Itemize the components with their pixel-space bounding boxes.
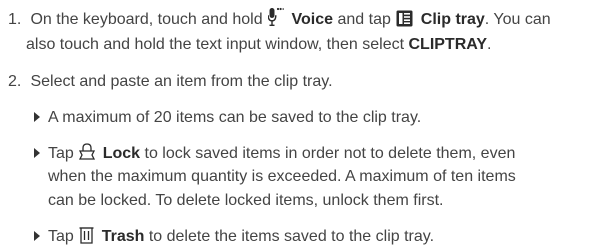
- bullet-arrow: [34, 148, 40, 158]
- voice-label: Voice: [291, 11, 334, 28]
- trash-icon: [79, 226, 94, 250]
- bullet-2-line-1: Tap Lock to lock saved items in order no…: [34, 143, 515, 167]
- clip-tray-icon: [396, 10, 413, 33]
- step-1-number: 1.: [8, 11, 22, 28]
- step-1-line-2: also touch and hold the text input windo…: [26, 35, 491, 55]
- lock-icon: [79, 143, 96, 167]
- cliptray-option: CLIPTRAY: [408, 36, 488, 53]
- bullet-2-pre: Tap: [48, 145, 74, 162]
- bullet-3-text: to delete the items saved to the clip tr…: [148, 228, 435, 245]
- clip-tray-label: Clip tray: [420, 11, 485, 28]
- step-2-line: 2. Select and paste an item from the cli…: [8, 72, 333, 92]
- bullet-2-text-2: when the maximum quantity is exceeded. A…: [48, 168, 516, 185]
- step-1-text-a: On the keyboard, touch and hold: [30, 11, 263, 28]
- bullet-2-line-3: can be locked. To delete locked items, u…: [48, 191, 443, 211]
- bullet-3: Tap Trash to delete the items saved to t…: [34, 226, 434, 250]
- trash-label: Trash: [101, 228, 145, 245]
- step-1-text-d: also touch and hold the text input windo…: [26, 36, 405, 53]
- step-1-text-e: .: [487, 36, 492, 53]
- lock-label: Lock: [102, 145, 141, 162]
- step-2-text: Select and paste an item from the clip t…: [30, 73, 333, 90]
- manual-page: { "steps": [ { "number": "1.", "pre1": "…: [0, 0, 615, 248]
- bullet-arrow: [34, 231, 40, 241]
- microphone-icon: [267, 7, 285, 33]
- bullet-2-text-3: can be locked. To delete locked items, u…: [48, 192, 444, 209]
- step-1-line-1: 1. On the keyboard, touch and hold Voice…: [8, 7, 551, 33]
- step-2-number: 2.: [8, 73, 22, 90]
- bullet-1: A maximum of 20 items can be saved to th…: [34, 108, 421, 128]
- step-1-text-b: and tap: [337, 11, 391, 28]
- bullet-3-pre: Tap: [48, 228, 74, 245]
- bullet-2-line-2: when the maximum quantity is exceeded. A…: [48, 167, 516, 187]
- bullet-2-text-1: to lock saved items in order not to dele…: [144, 145, 516, 162]
- bullet-arrow: [34, 112, 40, 122]
- bullet-1-text: A maximum of 20 items can be saved to th…: [48, 109, 422, 126]
- step-1-text-c: . You can: [484, 11, 551, 28]
